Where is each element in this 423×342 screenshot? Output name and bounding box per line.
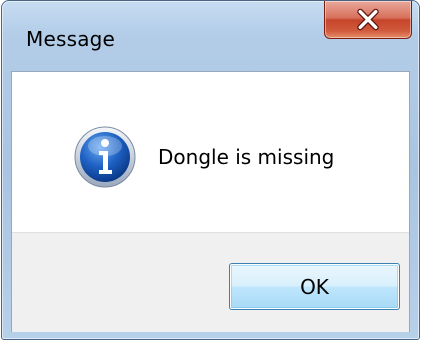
- close-button[interactable]: [324, 1, 412, 39]
- window-title: Message: [26, 27, 116, 51]
- message-content: Dongle is missing: [12, 72, 409, 232]
- close-icon: [357, 8, 379, 31]
- message-dialog: Message Dongle is missing OK: [1, 0, 420, 340]
- title-bar[interactable]: Message: [2, 1, 419, 71]
- info-icon: [74, 126, 136, 188]
- message-text: Dongle is missing: [158, 145, 335, 169]
- button-bar: OK: [12, 232, 409, 332]
- ok-button[interactable]: OK: [229, 263, 400, 310]
- dialog-client-area: Dongle is missing OK: [11, 71, 410, 332]
